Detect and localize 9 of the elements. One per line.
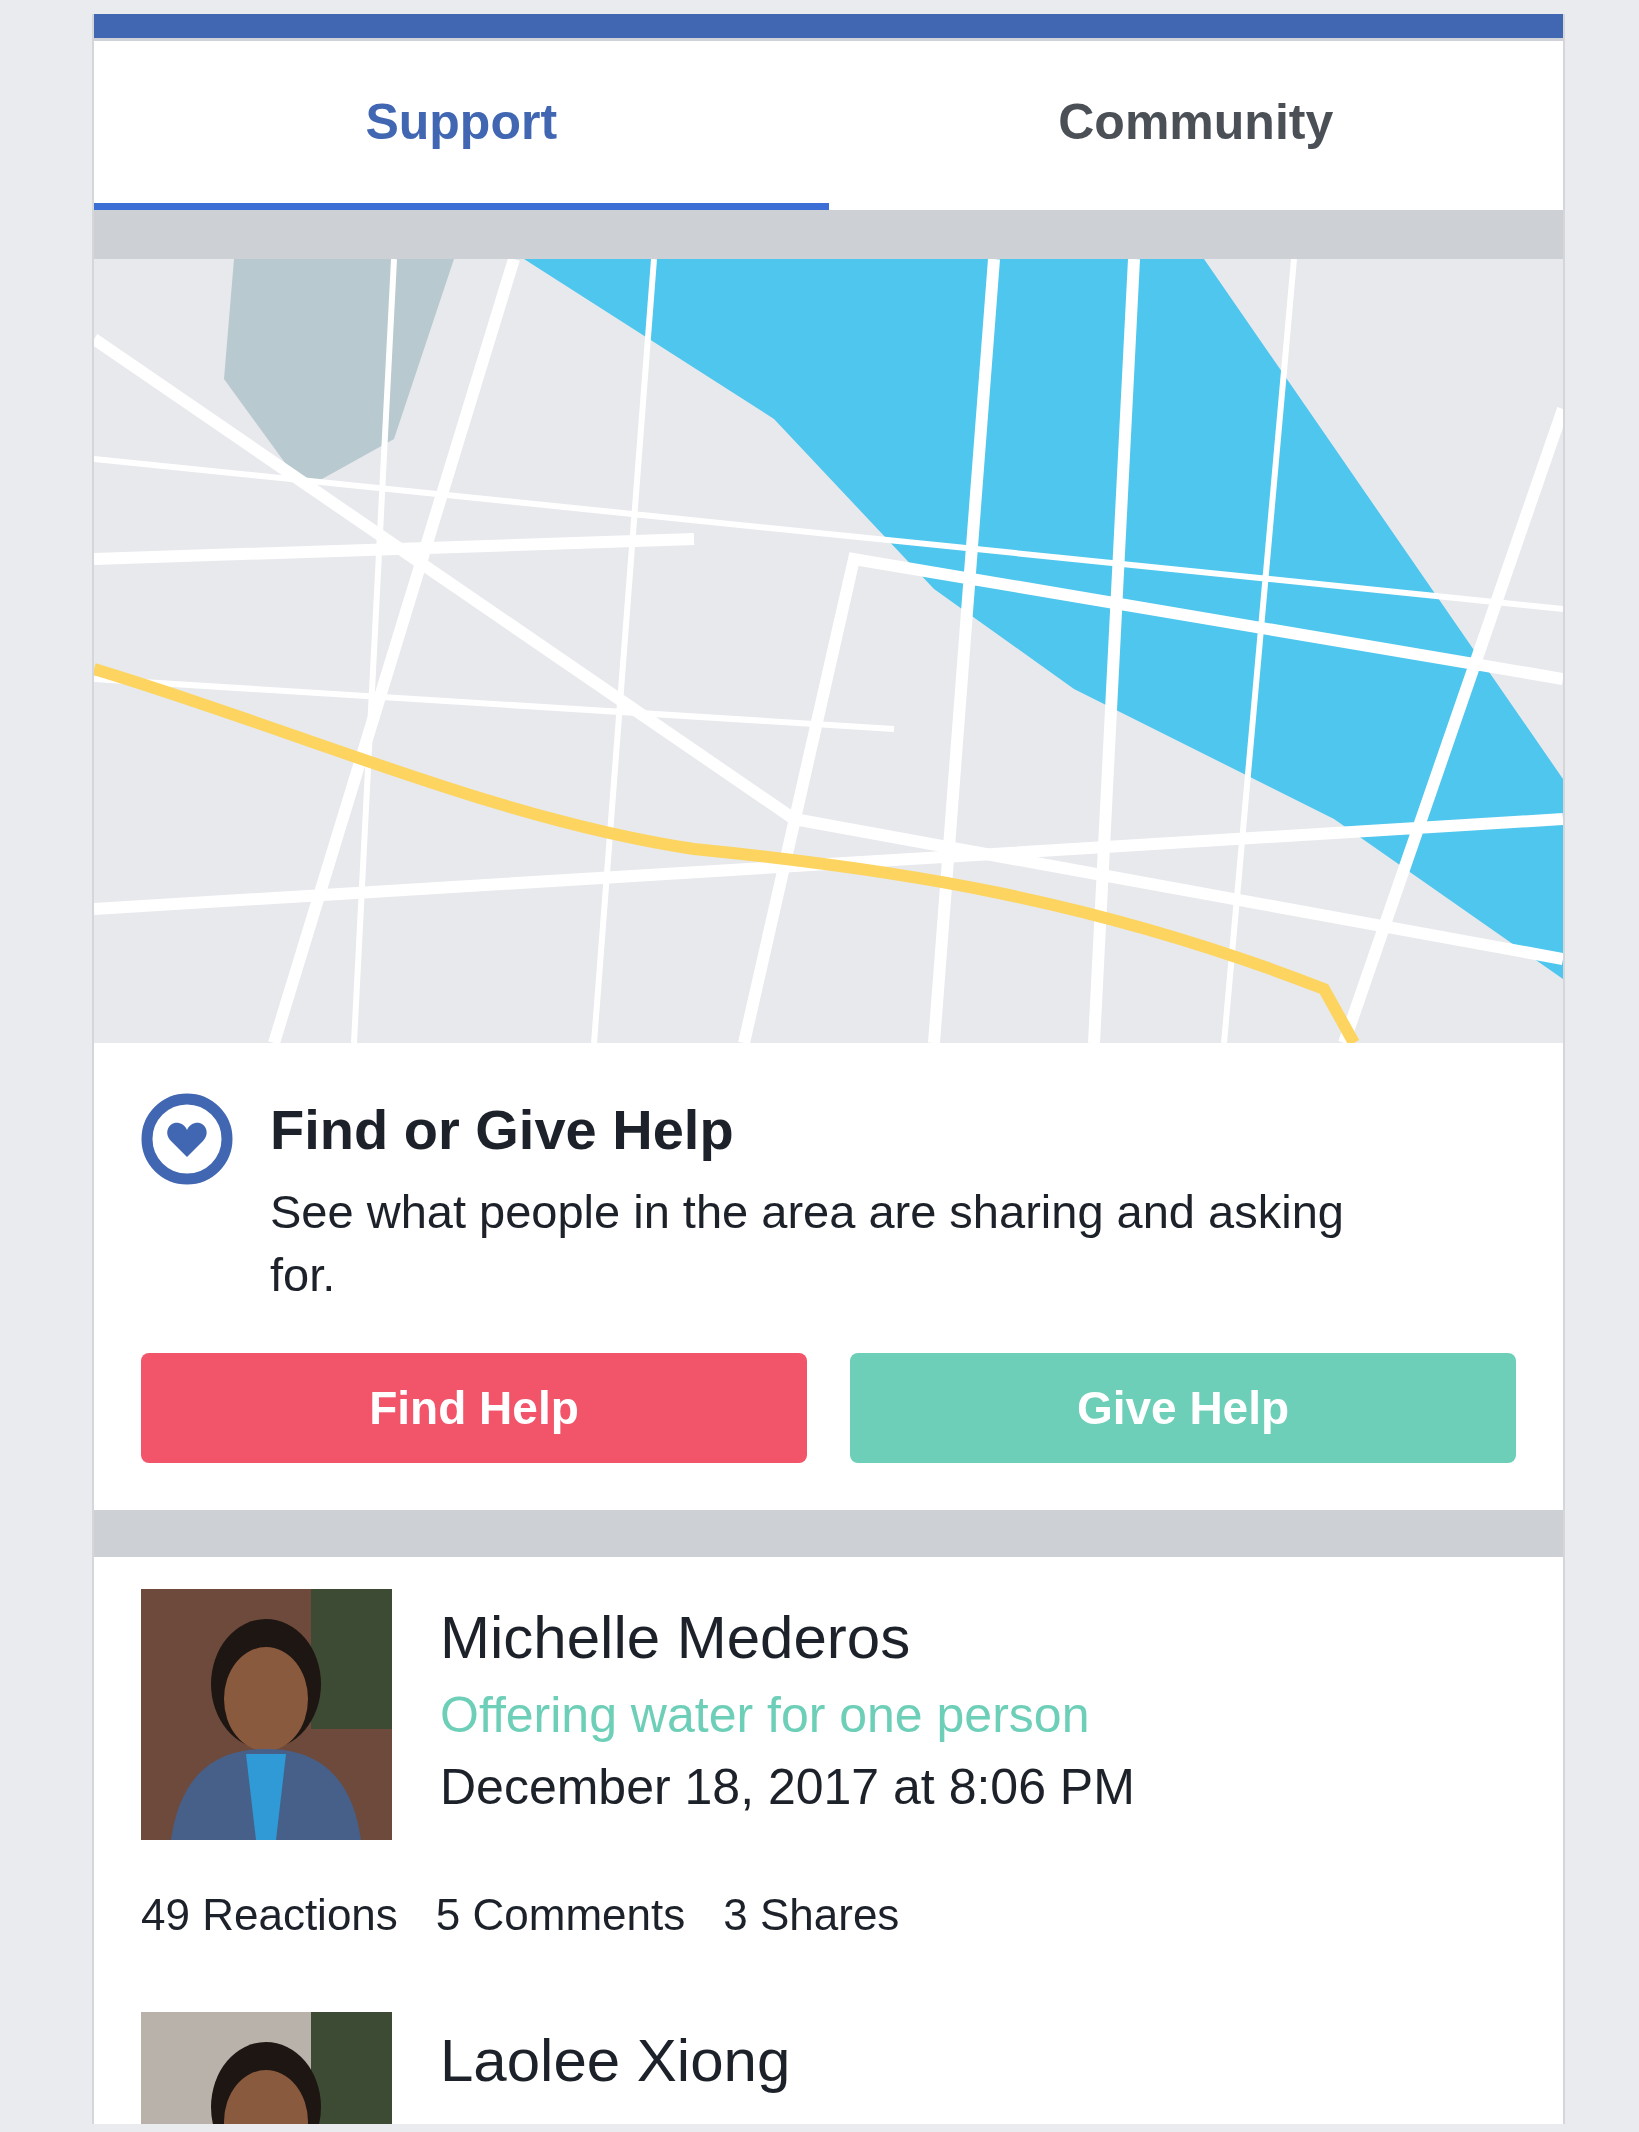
post-stat[interactable]: 3 Shares — [723, 1889, 900, 1940]
post-time: December 18, 2017 at 8:06 PM — [440, 1757, 1135, 1816]
author-name: Laolee Xiong — [440, 2025, 791, 2095]
post-stat[interactable]: 49 Reactions — [141, 1889, 398, 1940]
help-description: See what people in the area are sharing and asking for. — [270, 1184, 1345, 1304]
post-stat[interactable]: 5 Comments — [435, 1889, 686, 1940]
author-name: Michelle Mederos — [440, 1602, 912, 1672]
help-title: Find or Give Help — [270, 1097, 735, 1162]
offer-text: Offering water for one person — [440, 1685, 1091, 1744]
